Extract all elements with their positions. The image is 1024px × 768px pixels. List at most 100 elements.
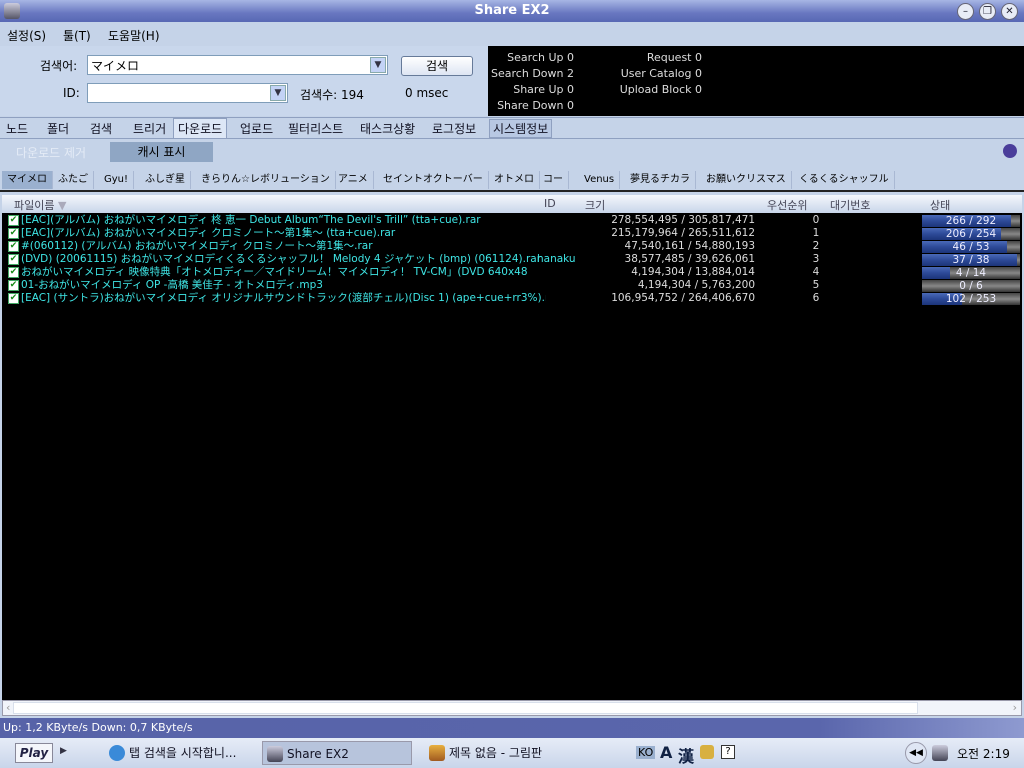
stat-search-down: Search Down 2	[491, 67, 574, 80]
row-status: 266 / 292	[945, 215, 997, 227]
menu-settings[interactable]: 설정(S)	[7, 27, 46, 44]
tray-app-icon[interactable]	[932, 745, 948, 761]
close-button[interactable]: ✕	[1001, 3, 1018, 20]
tag-item[interactable]: お願いクリスマス	[701, 171, 792, 189]
tag-item[interactable]: セイントオクトーバー	[378, 171, 489, 189]
col-status[interactable]: 상태	[930, 197, 950, 213]
remove-download-button[interactable]: 다운로드 제거	[16, 144, 86, 161]
tab-search[interactable]: 검색	[87, 120, 115, 137]
tag-item[interactable]: きらりん☆レボリューション	[196, 171, 336, 189]
download-list: ✔ [EAC](アルバム) おねがいマイメロディ 柊 恵一 Debut Album…	[2, 213, 1022, 700]
show-cache-button[interactable]: 캐시 표시	[110, 142, 213, 162]
scroll-right-icon[interactable]: ›	[1013, 701, 1017, 714]
row-status: 102 / 253	[945, 293, 997, 305]
help-icon[interactable]	[1003, 144, 1017, 158]
tab-system-info[interactable]: 시스템정보	[489, 119, 553, 138]
row-priority: 2	[812, 240, 820, 252]
tag-item[interactable]: 夢見るチカラ	[625, 171, 696, 189]
table-row[interactable]: ✔ [EAC](アルバム) おねがいマイメロディ クロミノート～第1集～ (tta…	[2, 227, 1022, 240]
col-queue[interactable]: 대기번호	[830, 197, 870, 213]
ime-pad-icon[interactable]	[700, 745, 714, 759]
toolbar: 다운로드 제거 캐시 표시	[0, 140, 1024, 166]
row-size: 215,179,964 / 265,511,612	[611, 227, 755, 239]
row-filename: (DVD) (20061115) おねがいマイメロディくるくるシャッフル！ Me…	[21, 253, 542, 265]
stats-panel: Search Up 0 Search Down 2 Share Up 0 Sha…	[488, 46, 1024, 116]
table-row[interactable]: ✔ (DVD) (20061115) おねがいマイメロディくるくるシャッフル！ M…	[2, 253, 1022, 266]
taskbar-item-paint[interactable]: 제목 없음 - 그림판	[425, 741, 575, 765]
row-checkbox[interactable]: ✔	[8, 241, 19, 252]
ime-lang[interactable]: KO	[636, 746, 656, 759]
tag-item[interactable]: Gyu!	[99, 171, 135, 189]
stat-share-down: Share Down 0	[497, 99, 574, 112]
search-time: 0 msec	[405, 86, 449, 100]
row-size: 106,954,752 / 264,406,670	[611, 292, 755, 304]
row-progress-bar: 46 / 53	[922, 241, 1020, 253]
scroll-thumb[interactable]	[13, 702, 918, 714]
tab-folder[interactable]: 폴더	[44, 120, 72, 137]
col-id[interactable]: ID	[544, 197, 556, 210]
scroll-left-icon[interactable]: ‹	[6, 701, 10, 714]
play-button[interactable]: Play	[15, 743, 53, 763]
tag-item[interactable]: ふしぎ星	[140, 171, 191, 189]
table-row[interactable]: ✔ おねがいマイメロディ 映像特典「オトメロディー／マイドリーム！マイメロディ！ …	[2, 266, 1022, 279]
tag-item[interactable]: オトメロ	[489, 171, 540, 189]
minimize-button[interactable]: –	[957, 3, 974, 20]
tag-item[interactable]: コー	[538, 171, 569, 189]
row-checkbox[interactable]: ✔	[8, 280, 19, 291]
row-filename: おねがいマイメロディ 映像特典「オトメロディー／マイドリーム！マイメロディ！ T…	[21, 266, 528, 278]
tab-node[interactable]: 노드	[3, 120, 31, 137]
tab-log-info[interactable]: 로그정보	[429, 120, 479, 137]
row-checkbox[interactable]: ✔	[8, 293, 19, 304]
table-row[interactable]: ✔ 01-おねがいマイメロディ OP -高橋 美佳子 - オトメロディ.mp3 4,…	[2, 279, 1022, 292]
table-row[interactable]: ✔ #(060112) (アルバム) おねがいマイメロディ クロミノート～第1集～…	[2, 240, 1022, 253]
tab-upload[interactable]: 업로드	[237, 120, 276, 137]
tab-bar: 노드 폴더 검색 트리거 다운로드 업로드 필터리스트 태스크상황 로그정보 시…	[0, 117, 1024, 139]
result-count: 검색수: 194	[300, 88, 364, 102]
table-row[interactable]: ✔ [EAC] (サントラ)おねがいマイメロディ オリジナルサウンドトラック(渡部…	[2, 292, 1022, 305]
arrow-right-icon[interactable]: ▶	[60, 746, 67, 756]
tray-collapse-icon[interactable]: ◀◀	[905, 742, 927, 764]
table-row[interactable]: ✔ [EAC](アルバム) おねがいマイメロディ 柊 恵一 Debut Album…	[2, 214, 1022, 227]
col-filename[interactable]: 파일이름 ▼	[14, 197, 66, 213]
tag-item[interactable]: Venus	[579, 171, 621, 189]
tag-item[interactable]: アニメ	[333, 171, 374, 189]
col-size[interactable]: 크기	[585, 197, 605, 213]
row-checkbox[interactable]: ✔	[8, 267, 19, 278]
id-combo[interactable]: ▼	[87, 83, 288, 103]
tab-trigger[interactable]: 트리거	[130, 120, 169, 137]
stat-search-up: Search Up 0	[507, 51, 574, 64]
ime-mode[interactable]: A	[660, 743, 672, 762]
col-priority[interactable]: 우선순위	[767, 197, 807, 213]
stat-upload-block: Upload Block 0	[619, 83, 702, 96]
restore-button[interactable]: ❐	[979, 3, 996, 20]
tab-task-status[interactable]: 태스크상황	[357, 120, 418, 137]
tag-item[interactable]: くるくるシャッフル	[794, 171, 895, 189]
chevron-down-icon[interactable]: ▼	[370, 57, 386, 73]
horizontal-scrollbar[interactable]: ‹ ›	[2, 700, 1022, 716]
row-progress-bar: 4 / 14	[922, 267, 1020, 279]
row-progress-bar: 102 / 253	[922, 293, 1020, 305]
row-checkbox[interactable]: ✔	[8, 215, 19, 226]
row-status: 37 / 38	[952, 254, 990, 266]
taskbar-item-share-ex2[interactable]: Share EX2	[262, 741, 412, 765]
app-icon[interactable]	[4, 3, 20, 19]
menu-tools[interactable]: 툴(T)	[63, 27, 91, 44]
row-id: hanaku	[537, 253, 576, 265]
ime-help-icon[interactable]: ?	[721, 745, 735, 759]
row-priority: 1	[812, 227, 820, 239]
search-button[interactable]: 검색	[401, 56, 473, 76]
keyword-combo[interactable]: マイメロ ▼	[87, 55, 388, 75]
taskbar-item-ie[interactable]: 탭 검색을 시작합니...	[105, 741, 255, 765]
menu-bar: 설정(S) 툴(T) 도움말(H)	[0, 22, 1024, 46]
row-checkbox[interactable]: ✔	[8, 228, 19, 239]
row-checkbox[interactable]: ✔	[8, 254, 19, 265]
keyword-input[interactable]: マイメロ	[91, 59, 139, 73]
ime-hanja[interactable]: 漢	[678, 743, 694, 767]
tab-download[interactable]: 다운로드	[173, 118, 228, 138]
chevron-down-icon[interactable]: ▼	[270, 85, 286, 101]
menu-help[interactable]: 도움말(H)	[108, 27, 160, 44]
tab-filter-list[interactable]: 필터리스트	[285, 120, 346, 137]
row-progress-bar: 266 / 292	[922, 215, 1020, 227]
tag-item[interactable]: マイメロ	[2, 171, 53, 189]
tag-item[interactable]: ふたご	[53, 171, 94, 189]
